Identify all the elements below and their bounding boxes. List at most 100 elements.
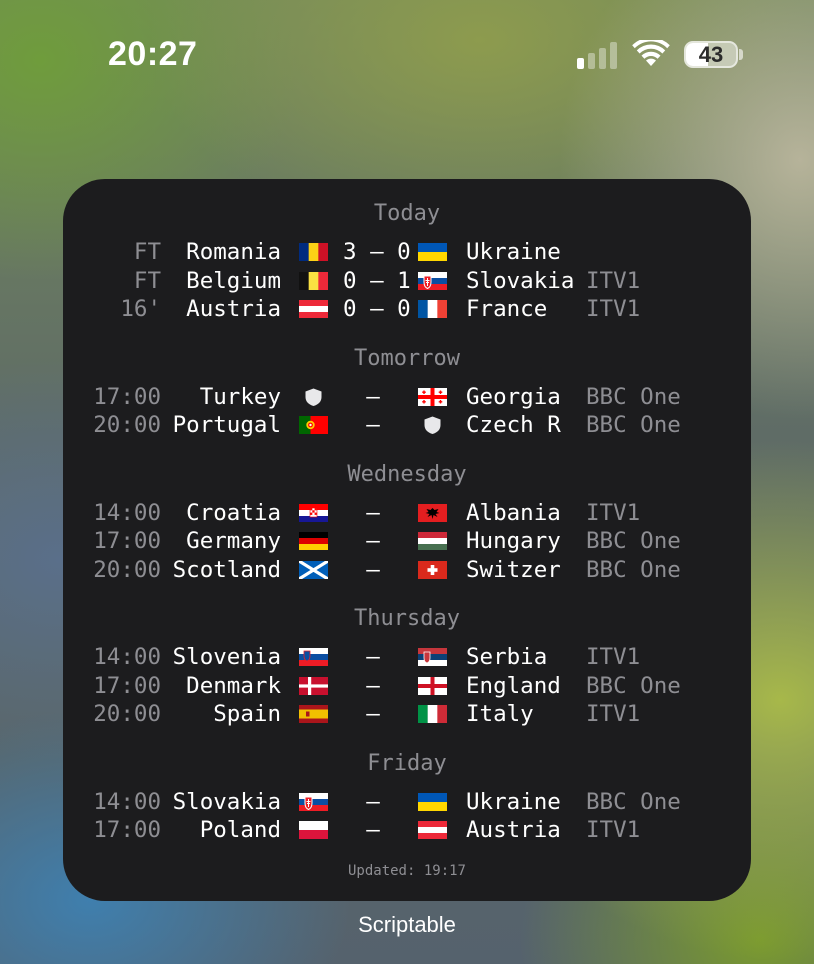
away-team: Czech R [466,412,561,438]
away-team: Serbia [466,644,548,670]
away-flag [418,676,447,695]
match-time: 20:00 [93,412,161,438]
widget-app-name: Scriptable [358,912,456,937]
home-team: Turkey [199,383,281,410]
match-time: 17:00 [93,817,161,843]
tv-channel: BBC One [586,528,681,554]
match-row: 20:00 Portugal – Czech R BBC One [63,411,751,439]
battery-cap [739,49,743,60]
match-time: 14:00 [93,499,161,526]
home-flag [299,821,328,839]
home-team: Germany [186,528,281,554]
home-team: Slovenia [172,644,281,670]
romania-flag-icon [299,243,328,261]
home-flag [299,503,328,522]
away-team: Ukraine [466,239,561,265]
match-score: – [366,644,380,670]
day-header: Tomorrow [354,345,460,371]
home-flag [299,416,328,434]
updated-timestamp: Updated: 19:17 [347,863,466,879]
denmark-flag-icon [299,676,328,695]
home-team: Denmark [186,672,281,699]
away-team: England [466,672,561,699]
away-team: Italy [466,701,534,727]
hungary-flag-icon [418,532,447,550]
day-header: Thursday [354,606,460,631]
tv-channel: ITV1 [586,701,641,727]
home-team: Portugal [172,412,281,438]
match-time: FT [133,239,161,265]
signal-bar [577,58,584,69]
away-flag [418,243,447,261]
day-header: Today [373,201,441,226]
match-row: 17:00 Poland – Austria ITV1 [63,816,751,844]
italy-flag-icon [418,705,447,723]
match-score: – [366,412,380,438]
day-header: Wednesday [347,461,467,487]
scriptable-widget[interactable]: Updated: 19:17 Today FT Romania 3 – 0 Ukrain… [63,179,751,901]
match-score: – [366,817,380,843]
tv-channel: BBC One [586,383,681,410]
away-team: France [466,296,548,322]
match-score: – [366,499,380,526]
home-flag [299,300,328,318]
match-time: 14:00 [93,788,161,815]
home-flag [299,560,328,579]
away-flag [418,560,447,579]
germany-flag-icon [299,532,328,550]
match-row: 16' Austria 0 – 0 France ITV1 [63,295,751,323]
tv-channel: BBC One [586,672,681,699]
home-team: Croatia [186,499,281,526]
ukraine-flag-icon [418,243,447,261]
match-score: – [366,556,380,583]
away-flag [418,300,447,318]
match-row: 17:00 Germany – Hungary BBC One [63,527,751,555]
signal-bar [610,42,617,69]
slovenia-flag-icon [299,648,328,666]
tv-channel: ITV1 [586,817,641,843]
tv-channel: BBC One [586,788,681,815]
slovakia-flag-icon [418,271,447,290]
match-score: – [366,788,380,815]
away-flag [418,271,447,290]
shield-flag-icon [299,388,328,406]
tv-channel: ITV1 [586,499,641,526]
match-row: 14:00 Croatia – Albania ITV1 [63,499,751,527]
match-row: 20:00 Spain – Italy ITV1 [63,700,751,728]
poland-flag-icon [299,821,328,839]
away-team: Hungary [466,528,561,554]
match-score: 0 – 0 [343,296,411,322]
home-team: Spain [213,701,281,727]
match-row: 14:00 Slovakia – Ukraine BBC One [63,788,751,816]
match-score: – [366,528,380,554]
home-team: Belgium [186,267,281,294]
match-row: FT Romania 3 – 0 Ukraine [63,238,751,266]
home-team: Slovakia [172,788,281,815]
away-flag [418,821,447,839]
away-team: Slovakia [466,267,575,294]
home-flag [299,532,328,550]
match-time: 17:00 [93,528,161,554]
tv-channel: ITV1 [586,296,641,322]
home-flag [299,676,328,695]
match-row: 17:00 Denmark – England BBC One [63,672,751,700]
tv-channel: ITV1 [586,644,641,670]
away-flag [418,387,447,406]
france-flag-icon [418,300,447,318]
away-team: Georgia [466,383,561,410]
home-flag [299,705,328,723]
away-team: Switzer [466,556,561,583]
home-flag [299,271,328,290]
match-score: – [366,672,380,699]
battery-level: 43 [698,42,724,67]
switzerland-flag-icon [418,560,447,579]
away-flag [418,416,447,434]
austria-flag-icon [418,821,447,839]
match-time: 20:00 [93,701,161,727]
austria-flag-icon [299,300,328,318]
wifi-icon [632,40,670,66]
home-flag [299,243,328,261]
match-time: 16' [120,296,161,322]
signal-bar [588,53,595,69]
croatia-flag-icon [299,503,328,522]
